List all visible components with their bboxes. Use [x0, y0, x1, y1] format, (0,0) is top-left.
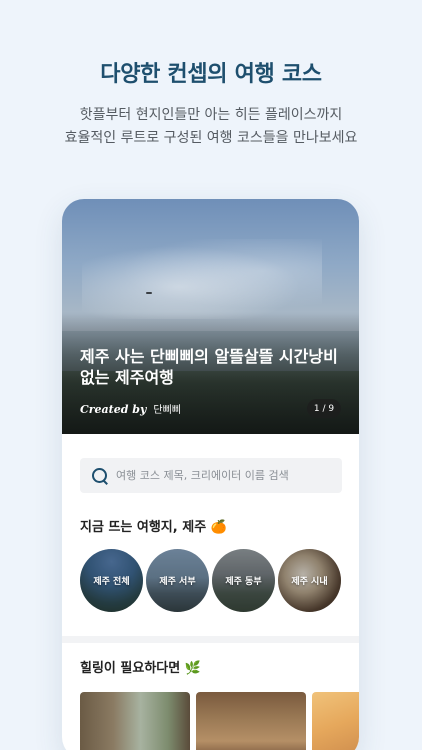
subtitle-line-2: 효율적인 루트로 구성된 여행 코스들을 만나보세요: [64, 130, 358, 146]
region-label: 제주 동부: [225, 577, 262, 587]
region-label: 제주 시내: [291, 577, 328, 587]
hero-title-line-2: 없는 제주여행: [80, 368, 174, 387]
healing-section-title: 힐링이 필요하다면 🌿: [80, 661, 201, 676]
region-list: 제주 전체 제주 서부 제주 동부 제주 시내: [80, 549, 341, 612]
hero-pager: 1 / 9: [307, 399, 341, 418]
page-headline: 다양한 컨셉의 여행 코스: [100, 62, 322, 87]
search-bar[interactable]: [80, 458, 342, 493]
healing-course-list: [80, 692, 359, 750]
creator-credit: Created by 단삐삐: [80, 401, 181, 416]
region-jeju-east[interactable]: 제주 동부: [212, 549, 275, 612]
course-thumbnail[interactable]: [196, 692, 306, 750]
hero-course-title: 제주 사는 단삐삐의 알뜰살뜰 시간낭비 없는 제주여행: [80, 346, 342, 388]
search-input[interactable]: [116, 469, 336, 482]
course-thumbnail[interactable]: [312, 692, 359, 750]
region-jeju-city[interactable]: 제주 시내: [278, 549, 341, 612]
trending-section-title: 지금 뜨는 여행지, 제주 🍊: [80, 520, 227, 535]
region-label: 제주 서부: [159, 577, 196, 587]
hero-clouds: [82, 239, 322, 319]
subtitle-line-1: 핫플부터 현지인들만 아는 히든 플레이스까지: [79, 107, 343, 123]
phone-screen: 제주 사는 단삐삐의 알뜰살뜰 시간낭비 없는 제주여행 Created by …: [62, 199, 359, 750]
search-icon: [92, 467, 108, 484]
created-by-label: Created by: [80, 403, 147, 416]
section-divider: [62, 636, 359, 643]
hero-course-card[interactable]: 제주 사는 단삐삐의 알뜰살뜰 시간낭비 없는 제주여행 Created by …: [62, 199, 359, 434]
creator-name: 단삐삐: [153, 405, 181, 416]
hero-title-line-1: 제주 사는 단삐삐의 알뜰살뜰 시간낭비: [80, 347, 338, 366]
region-jeju-all[interactable]: 제주 전체: [80, 549, 143, 612]
page-subtitle: 핫플부터 현지인들만 아는 히든 플레이스까지 효율적인 루트로 구성된 여행 …: [0, 104, 422, 150]
course-thumbnail[interactable]: [80, 692, 190, 750]
region-jeju-west[interactable]: 제주 서부: [146, 549, 209, 612]
bird-shape: [146, 292, 152, 294]
region-label: 제주 전체: [93, 577, 130, 587]
